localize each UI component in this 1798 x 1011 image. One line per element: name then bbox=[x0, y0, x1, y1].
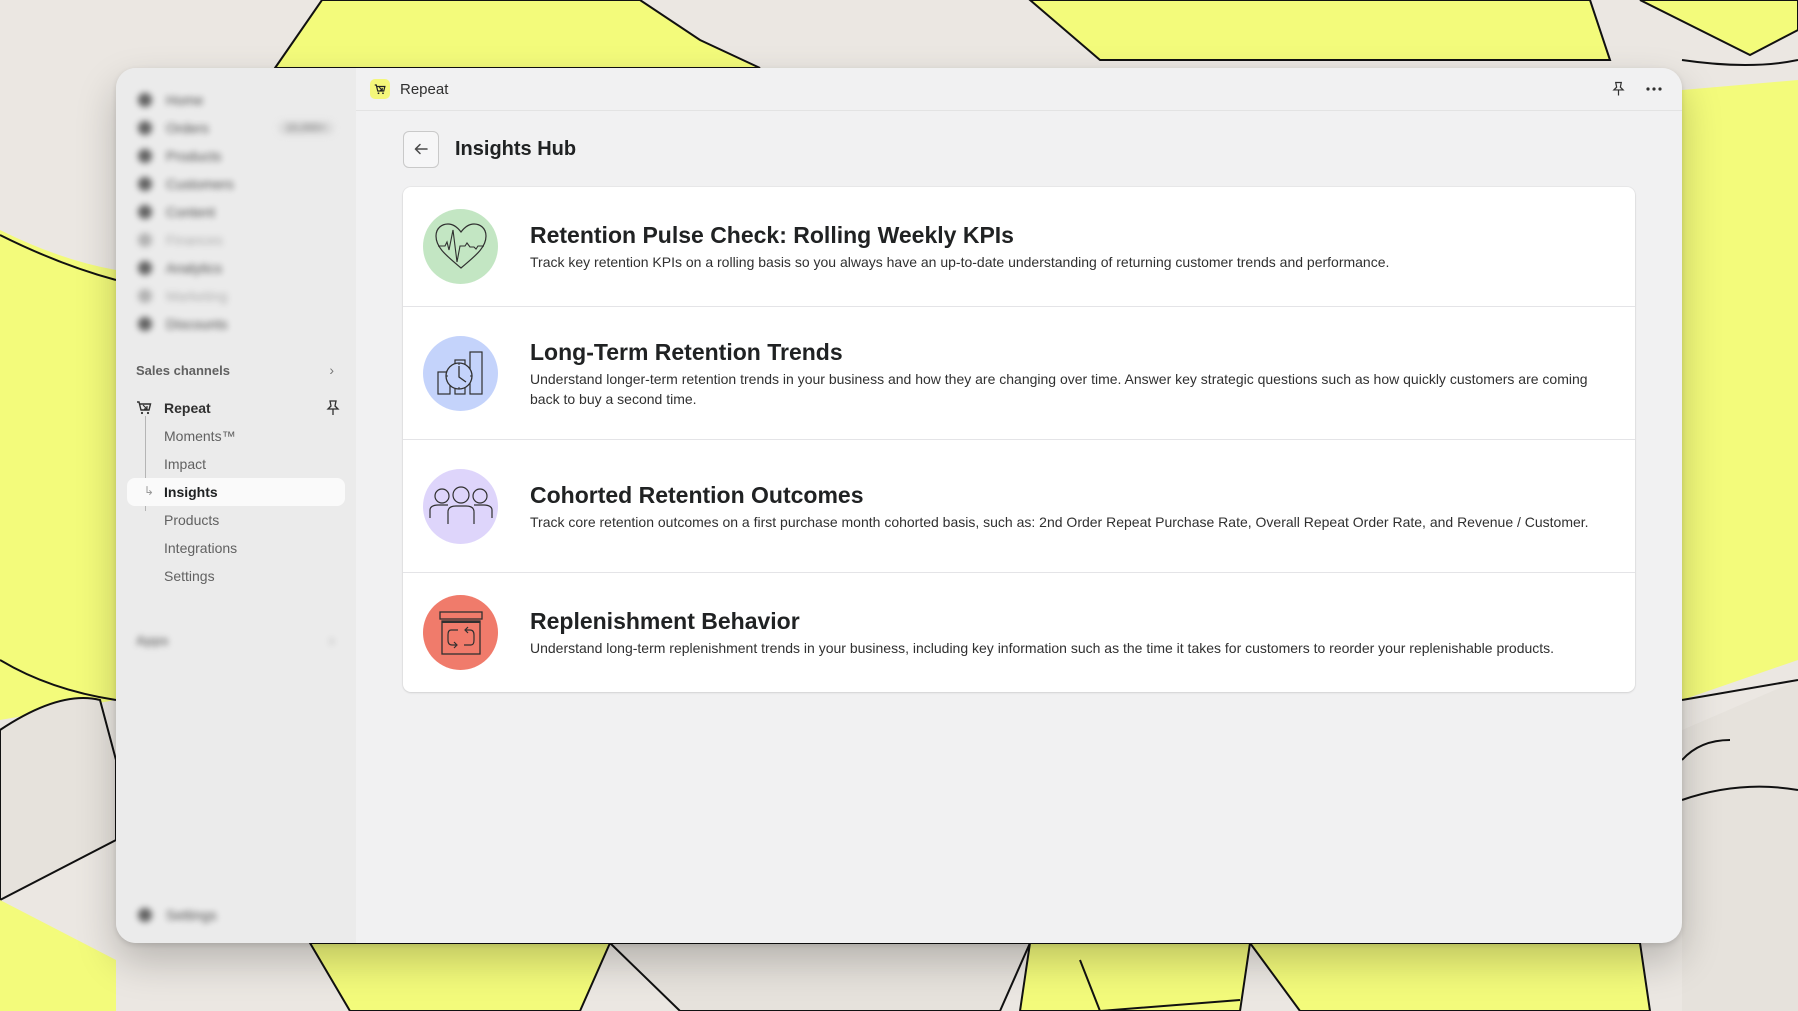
insight-description: Understand longer-term retention trends … bbox=[530, 370, 1588, 407]
apps-label: Apps bbox=[136, 632, 169, 648]
tree-arrow-icon: ↳ bbox=[144, 484, 155, 498]
shopping-cart-icon bbox=[137, 401, 152, 415]
box-refresh-icon bbox=[438, 610, 483, 655]
sidebar-item-label: Analytics bbox=[166, 260, 223, 276]
page-header: Insights Hub bbox=[403, 130, 1682, 168]
shopping-cart-icon bbox=[374, 83, 386, 94]
chevron-right-icon[interactable]: › bbox=[329, 362, 334, 378]
home-icon bbox=[138, 93, 152, 107]
sidebar-subitem-label: Integrations bbox=[164, 540, 238, 556]
sales-channels-label: Sales channels bbox=[136, 362, 230, 378]
sidebar-item-label: Products bbox=[166, 148, 222, 164]
insight-row-replenishment[interactable]: Replenishment Behavior Understand long-t… bbox=[403, 573, 1635, 692]
insights-list: Retention Pulse Check: Rolling Weekly KP… bbox=[403, 187, 1635, 692]
sidebar-item-marketing[interactable]: Marketing bbox=[116, 282, 356, 310]
sidebar-subitem-label: Products bbox=[164, 512, 220, 528]
insight-title: Replenishment Behavior bbox=[530, 608, 800, 634]
discounts-icon bbox=[138, 317, 152, 331]
sidebar-item-label: Orders bbox=[166, 120, 209, 136]
content-icon bbox=[138, 205, 152, 219]
channel-sub-nav: Moments™ Impact ↳ Insights Products Integrati… bbox=[116, 416, 356, 590]
back-button[interactable] bbox=[403, 130, 439, 168]
sidebar-subitem-label: Settings bbox=[164, 568, 215, 584]
insight-icon-bg bbox=[423, 468, 498, 544]
sidebar-item-customers[interactable]: Customers bbox=[116, 170, 356, 198]
sidebar-item-orders[interactable]: Orders 10,000+ bbox=[116, 114, 356, 142]
arrow-left-icon bbox=[414, 143, 428, 155]
insight-description: Understand long-term replenishment trend… bbox=[530, 640, 1555, 656]
users-group-icon bbox=[428, 486, 493, 524]
sidebar-item-label: Content bbox=[166, 204, 216, 220]
sidebar-subitem-label: Impact bbox=[164, 456, 207, 472]
heart-pulse-icon bbox=[434, 222, 487, 269]
sidebar-channel-repeat[interactable]: Repeat bbox=[116, 394, 356, 422]
marketing-icon bbox=[138, 289, 152, 303]
main-nav: Home Orders 10,000+ Products Customers Conten… bbox=[116, 86, 356, 338]
insight-icon-bg bbox=[423, 335, 498, 411]
sidebar-subitem-settings[interactable]: Settings bbox=[116, 562, 356, 590]
page-title: Insights Hub bbox=[455, 137, 577, 160]
insight-row-cohorted-outcomes[interactable]: Cohorted Retention Outcomes Track core r… bbox=[403, 440, 1635, 573]
insight-title: Cohorted Retention Outcomes bbox=[530, 481, 864, 508]
more-horizontal-icon bbox=[1646, 87, 1662, 91]
sidebar-item-label: Home bbox=[166, 92, 204, 108]
pin-icon bbox=[1611, 81, 1625, 96]
sales-channels-header[interactable]: Sales channels › bbox=[116, 358, 356, 382]
clock-chart-icon bbox=[436, 351, 483, 395]
insight-description: Track core retention outcomes on a first… bbox=[530, 513, 1589, 530]
settings-label: Settings bbox=[166, 907, 217, 923]
app-window: Home Orders 10,000+ Products Customers Conten… bbox=[116, 68, 1682, 943]
insight-row-long-term-trends[interactable]: Long-Term Retention Trends Understand lo… bbox=[403, 307, 1635, 440]
sidebar-item-analytics[interactable]: Analytics bbox=[116, 254, 356, 282]
sidebar-subitem-products[interactable]: Products bbox=[116, 506, 356, 534]
pin-button[interactable] bbox=[1608, 79, 1628, 99]
insight-title: Long-Term Retention Trends bbox=[530, 338, 843, 365]
sidebar-item-home[interactable]: Home bbox=[116, 86, 356, 114]
sidebar: Home Orders 10,000+ Products Customers Conten… bbox=[116, 68, 356, 943]
orders-icon bbox=[138, 121, 152, 135]
insight-icon-bg bbox=[423, 209, 498, 284]
sidebar-item-settings[interactable]: Settings bbox=[116, 901, 356, 929]
sidebar-subitem-insights[interactable]: ↳ Insights bbox=[127, 478, 345, 506]
app-logo bbox=[370, 79, 390, 99]
sidebar-item-label: Marketing bbox=[166, 288, 228, 304]
main-content: Repeat Insights Hub Retention Pulse Chec… bbox=[356, 68, 1682, 943]
pin-icon[interactable] bbox=[326, 400, 340, 416]
analytics-icon bbox=[138, 261, 152, 275]
sidebar-item-label: Customers bbox=[166, 176, 234, 192]
channel-label: Repeat bbox=[164, 400, 211, 416]
sidebar-item-finances[interactable]: Finances bbox=[116, 226, 356, 254]
products-icon bbox=[138, 149, 152, 163]
app-title: Repeat bbox=[400, 80, 449, 98]
sidebar-subitem-moments[interactable]: Moments™ bbox=[116, 422, 356, 450]
app-topbar: Repeat bbox=[356, 68, 1682, 111]
finances-icon bbox=[138, 233, 152, 247]
count-badge: 10,000+ bbox=[277, 121, 334, 135]
apps-header[interactable]: Apps › bbox=[116, 628, 356, 652]
sidebar-item-label: Finances bbox=[166, 232, 223, 248]
insight-title: Retention Pulse Check: Rolling Weekly KP… bbox=[530, 222, 1014, 248]
chevron-right-icon[interactable]: › bbox=[329, 632, 334, 648]
sidebar-item-discounts[interactable]: Discounts bbox=[116, 310, 356, 338]
sidebar-subitem-label: Insights bbox=[164, 484, 218, 500]
gear-icon bbox=[138, 908, 152, 922]
sidebar-item-products[interactable]: Products bbox=[116, 142, 356, 170]
sidebar-subitem-impact[interactable]: Impact bbox=[116, 450, 356, 478]
insight-description: Track key retention KPIs on a rolling ba… bbox=[530, 254, 1390, 270]
insight-row-retention-pulse[interactable]: Retention Pulse Check: Rolling Weekly KP… bbox=[403, 187, 1635, 307]
sidebar-subitem-label: Moments™ bbox=[164, 428, 236, 444]
sidebar-item-label: Discounts bbox=[166, 316, 228, 332]
insight-icon-bg bbox=[423, 595, 498, 670]
sidebar-item-content[interactable]: Content bbox=[116, 198, 356, 226]
sidebar-subitem-integrations[interactable]: Integrations bbox=[116, 534, 356, 562]
customers-icon bbox=[138, 177, 152, 191]
more-actions-button[interactable] bbox=[1644, 79, 1664, 99]
